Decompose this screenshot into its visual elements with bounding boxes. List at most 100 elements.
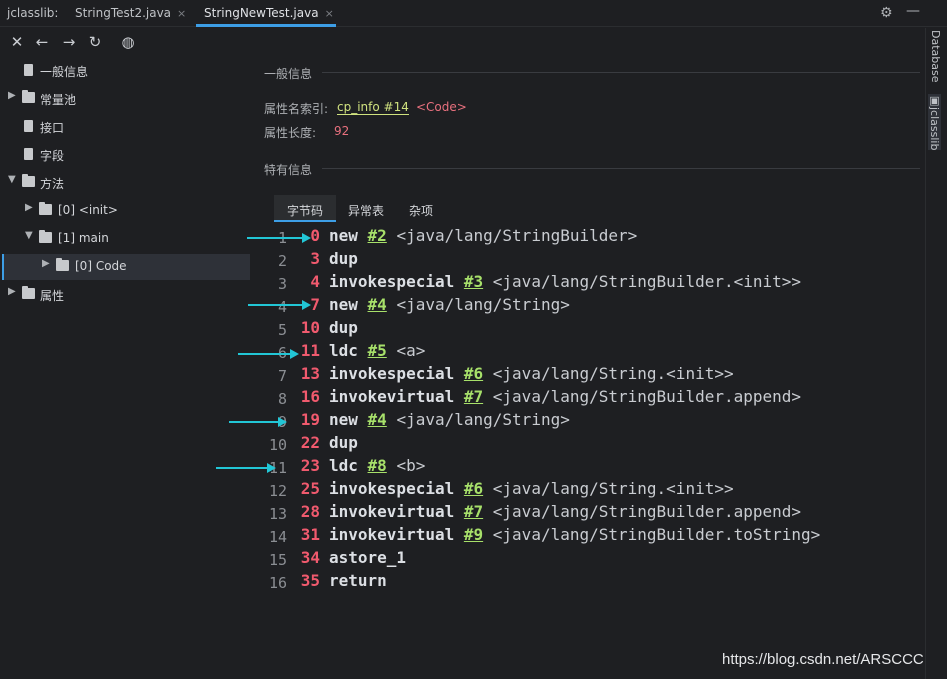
opcode: invokevirtual: [329, 387, 455, 406]
subtab-misc[interactable]: 杂项: [409, 202, 433, 219]
bytecode-offset: 31: [300, 525, 320, 544]
constant-pool-ref-link[interactable]: #9: [464, 525, 483, 544]
constant-pool-ref-link[interactable]: #8: [368, 456, 387, 475]
minimize-icon[interactable]: —: [906, 3, 920, 19]
database-tool-tab[interactable]: Database: [929, 30, 942, 83]
tab-label: StringNewTest.java: [204, 6, 319, 20]
globe-icon[interactable]: ◍: [118, 32, 138, 52]
constant-comment: <b>: [396, 456, 426, 475]
opcode: new: [329, 226, 358, 245]
forward-arrow-icon[interactable]: →: [59, 32, 79, 52]
jclasslib-icon: ▣: [928, 94, 941, 107]
bytecode-line: 14 31 invokevirtual #9 <java/lang/StringBu…: [250, 525, 925, 548]
section-divider: [322, 168, 920, 169]
right-tool-strip: Database ▣jclasslib: [925, 28, 947, 679]
folder-icon: [22, 90, 35, 103]
tree-node-label: 接口: [40, 121, 65, 135]
bytecode-instruction: return: [329, 571, 387, 590]
constant-pool-ref-link[interactable]: #6: [464, 364, 483, 383]
constant-comment: <java/lang/String.<init>>: [492, 364, 734, 383]
bytecode-line: 2 3 dup: [250, 249, 925, 272]
bytecode-line: 5 10 dup: [250, 318, 925, 341]
bytecode-line: 13 28 invokevirtual #7 <java/lang/StringBu…: [250, 502, 925, 525]
line-number: 15: [268, 551, 287, 569]
folder-icon: [22, 174, 35, 187]
bytecode-line: 919new #4 <java/lang/String>: [250, 410, 925, 433]
opcode: new: [329, 410, 358, 429]
tree-node-label: 方法: [40, 177, 65, 191]
folder-icon: [22, 286, 35, 299]
opcode: dup: [329, 318, 358, 337]
bytecode-line: 4 7 new #4 <java/lang/String>: [250, 295, 925, 318]
opcode: astore_1: [329, 548, 407, 567]
opcode: invokespecial: [329, 364, 455, 383]
bytecode-offset: 13: [300, 364, 320, 383]
chevron-down-icon[interactable]: ▼: [25, 230, 35, 241]
gear-icon[interactable]: ⚙: [880, 5, 893, 21]
bytecode-line: 12 25 invokespecial #6 <java/lang/String.<…: [250, 479, 925, 502]
constant-pool-ref-link[interactable]: #4: [368, 410, 387, 429]
bytecode-line: 3 4 invokespecial #3 <java/lang/StringBuil…: [250, 272, 925, 295]
close-icon[interactable]: ×: [177, 7, 186, 20]
attribute-length-label: 属性长度:: [264, 126, 317, 140]
constant-comment: <java/lang/String.<init>>: [492, 479, 734, 498]
bytecode-offset: 16: [300, 387, 320, 406]
bytecode-offset: 23: [300, 456, 320, 475]
file-icon: [24, 148, 33, 160]
tab-stringtest2[interactable]: StringTest2.java ×: [75, 0, 186, 27]
bytecode-instruction: invokevirtual #9 <java/lang/StringBuilde…: [329, 525, 820, 544]
subtab-exception-table[interactable]: 异常表: [348, 202, 384, 219]
bytecode-instruction: ldc #8 <b>: [329, 456, 425, 475]
bytecode-offset: 22: [300, 433, 320, 452]
opcode: invokespecial: [329, 272, 455, 291]
constant-pool-ref-link[interactable]: #7: [464, 387, 483, 406]
constant-pool-ref-link[interactable]: #5: [368, 341, 387, 360]
bytecode-instruction: invokevirtual #7 <java/lang/StringBuilde…: [329, 387, 801, 406]
annotation-arrow: [229, 417, 287, 427]
line-number: 10: [268, 436, 287, 454]
constant-comment: <java/lang/StringBuilder.<init>>: [492, 272, 802, 291]
line-number: 12: [268, 482, 287, 500]
close-icon[interactable]: ×: [325, 7, 334, 20]
tree-node-label: 属性: [40, 289, 65, 303]
tab-label: StringTest2.java: [75, 6, 172, 20]
close-icon[interactable]: ✕: [7, 32, 27, 52]
jclasslib-tool-tab[interactable]: ▣jclasslib: [928, 94, 941, 151]
line-number: 8: [277, 390, 287, 408]
chevron-right-icon[interactable]: ▶: [8, 286, 18, 297]
subtab-bytecode[interactable]: 字节码: [287, 202, 323, 219]
tab-stringnewtest[interactable]: StringNewTest.java ×: [196, 0, 336, 27]
chevron-right-icon[interactable]: ▶: [25, 202, 35, 213]
constant-comment: <java/lang/StringBuilder>: [396, 226, 638, 245]
bytecode-instruction: ldc #5 <a>: [329, 341, 425, 360]
constant-pool-ref-link[interactable]: #7: [464, 502, 483, 521]
line-number: 14: [268, 528, 287, 546]
constant-pool-ref-link[interactable]: #2: [368, 226, 387, 245]
constant-comment: <java/lang/String>: [396, 295, 570, 314]
bytecode-offset: 35: [300, 571, 320, 590]
constant-comment: <java/lang/StringBuilder.append>: [492, 502, 802, 521]
general-info-title: 一般信息: [264, 67, 313, 81]
bytecode-instruction: dup: [329, 249, 358, 268]
bytecode-instruction: dup: [329, 433, 358, 452]
annotation-arrow: [248, 300, 311, 310]
chevron-right-icon[interactable]: ▶: [8, 90, 18, 101]
line-number: 13: [268, 505, 287, 523]
editor-tab-bar: jclasslib: StringTest2.java × StringNewTe…: [0, 0, 947, 27]
bytecode-line: 11 23 ldc #8 <b>: [250, 456, 925, 479]
folder-icon: [39, 202, 52, 215]
constant-pool-ref-link[interactable]: #3: [464, 272, 483, 291]
constant-pool-ref-link[interactable]: #6: [464, 479, 483, 498]
back-arrow-icon[interactable]: ←: [32, 32, 52, 52]
bytecode-instruction: new #2 <java/lang/StringBuilder>: [329, 226, 637, 245]
bytecode-instruction: invokevirtual #7 <java/lang/StringBuilde…: [329, 502, 801, 521]
chevron-down-icon[interactable]: ▼: [8, 174, 18, 185]
folder-icon: [56, 258, 69, 271]
refresh-icon[interactable]: ↻: [85, 32, 105, 52]
opcode: ldc: [329, 456, 358, 475]
constant-pool-ref-link[interactable]: #4: [368, 295, 387, 314]
opcode: new: [329, 295, 358, 314]
chevron-right-icon[interactable]: ▶: [42, 258, 52, 269]
tree-node-label: 常量池: [40, 93, 77, 107]
name-index-link[interactable]: cp_info #14: [337, 100, 409, 115]
